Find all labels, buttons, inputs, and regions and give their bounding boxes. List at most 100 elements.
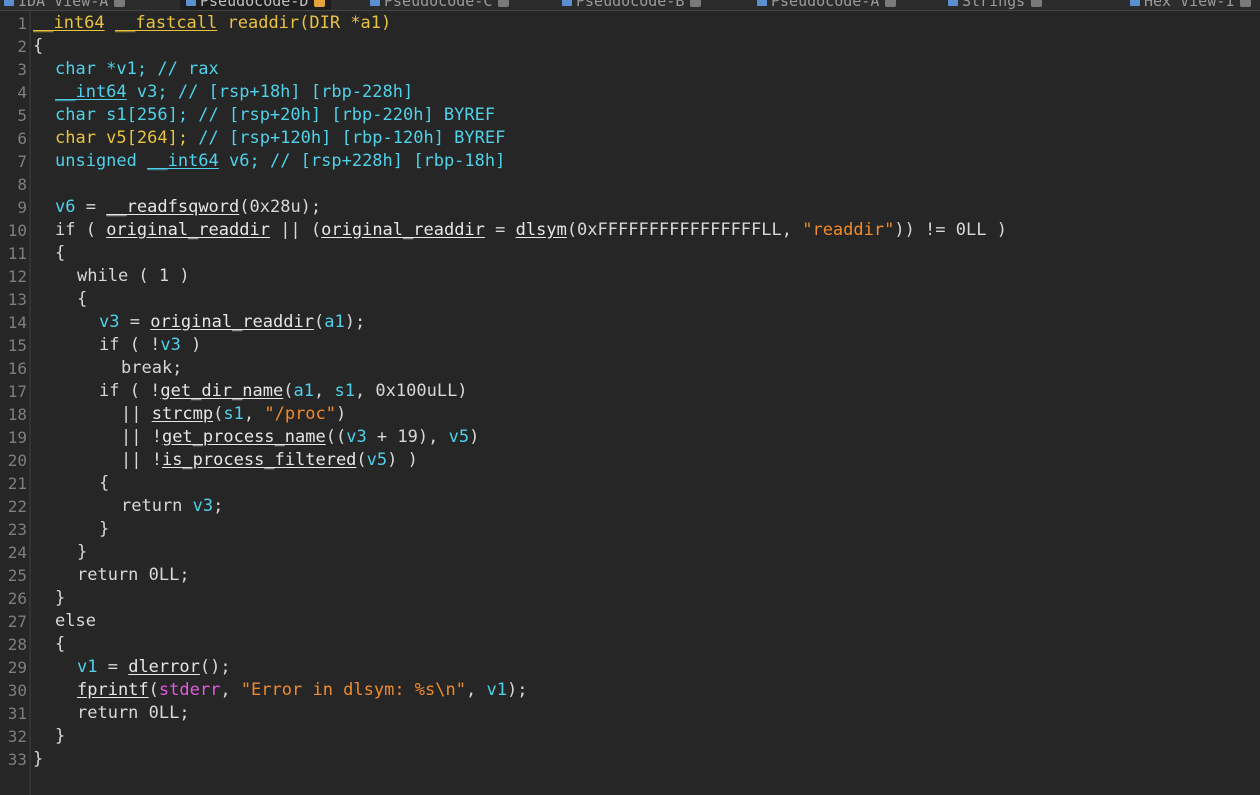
code-line[interactable]: 17 if ( !get_dir_name(a1, s1, 0x100uLL) — [0, 380, 1260, 403]
code-line[interactable]: 25 return 0LL; — [0, 564, 1260, 587]
tab-pseudocode-c[interactable]: Pseudocode-C — [370, 0, 510, 10]
line-number: 13 — [7, 290, 27, 309]
tab-label: Strings — [962, 0, 1026, 10]
code-token: // [rsp+120h] [rbp-120h] BYREF — [198, 128, 506, 148]
code-line[interactable]: 26} — [0, 587, 1260, 610]
code-token: || ! — [121, 450, 162, 470]
tab-ida-view-a[interactable]: IDA View-A — [4, 0, 126, 10]
line-number: 32 — [7, 727, 27, 746]
code-token: , — [243, 404, 265, 424]
code-line[interactable]: 14 v3 = original_readdir(a1); — [0, 311, 1260, 334]
code-token: if ( ! — [99, 335, 161, 355]
close-icon[interactable] — [885, 0, 897, 7]
line-number: 29 — [7, 658, 27, 677]
line-number: 25 — [7, 566, 27, 585]
code-token: = — [119, 312, 151, 332]
tab-label: Hex View-1 — [1144, 0, 1235, 10]
code-text: if ( !get_dir_name(a1, s1, 0x100uLL) — [99, 380, 468, 403]
code-line[interactable]: 11 { — [0, 242, 1260, 265]
code-token: return 0LL; — [77, 703, 190, 723]
code-token: __readfsqword — [106, 197, 240, 217]
code-line[interactable]: 10 if ( original_readdir || (original_rea… — [0, 219, 1260, 242]
code-token: ( — [148, 680, 159, 700]
code-token: s1 — [334, 381, 355, 401]
code-token: ( — [356, 450, 367, 470]
code-line[interactable]: 24} — [0, 541, 1260, 564]
code-line[interactable]: 22 return v3; — [0, 495, 1260, 518]
line-number: 27 — [7, 612, 27, 631]
code-token: "Error in dlsym: %s\n" — [240, 680, 466, 700]
code-line[interactable]: 15 if ( !v3 ) — [0, 334, 1260, 357]
code-token: v6; // [rsp+228h] [rbp-18h] — [218, 151, 506, 171]
code-token: { — [33, 36, 44, 56]
pseudocode-icon — [186, 0, 196, 6]
code-line[interactable]: 4 __int64 v3; // [rsp+18h] [rbp-228h] — [0, 81, 1260, 104]
close-icon[interactable] — [114, 0, 126, 7]
code-line[interactable]: 27 else — [0, 610, 1260, 633]
code-token: { — [55, 634, 66, 654]
code-line[interactable]: 1 __int64 __fastcall readdir(DIR *a1) — [0, 12, 1260, 35]
code-line[interactable]: 12 while ( 1 ) — [0, 265, 1260, 288]
code-token: { — [55, 243, 66, 263]
code-line[interactable]: 18 || strcmp(s1, "/proc") — [0, 403, 1260, 426]
code-text: { — [33, 35, 43, 58]
close-icon[interactable] — [498, 0, 510, 7]
line-number: 18 — [7, 405, 27, 424]
line-number: 9 — [17, 198, 27, 217]
line-number: 16 — [7, 359, 27, 378]
code-text: __int64 __fastcall readdir(DIR *a1) — [33, 12, 391, 35]
code-text: } — [55, 725, 65, 748]
line-number: 10 — [7, 221, 27, 240]
code-line[interactable]: 5 char s1[256]; // [rsp+20h] [rbp-220h] B… — [0, 104, 1260, 127]
code-line[interactable]: 20 || !is_process_filtered(v5) ) — [0, 449, 1260, 472]
code-token: ( — [283, 381, 294, 401]
line-number: 26 — [7, 589, 27, 608]
code-line[interactable]: 8 — [0, 173, 1260, 196]
code-token: v3 — [346, 427, 367, 447]
close-icon[interactable] — [314, 0, 326, 7]
tab-pseudocode-b[interactable]: Pseudocode-B — [562, 0, 702, 10]
code-line[interactable]: 28 { — [0, 633, 1260, 656]
code-line[interactable]: 23} — [0, 518, 1260, 541]
code-token: original_readdir — [150, 312, 314, 332]
code-line[interactable]: 16 break; — [0, 357, 1260, 380]
code-token: , — [465, 680, 487, 700]
code-token: fprintf — [77, 680, 149, 700]
code-token: } — [55, 726, 66, 746]
close-icon[interactable] — [690, 0, 702, 7]
tab-strings[interactable]: Strings — [948, 0, 1043, 10]
code-token: __int64 — [33, 13, 105, 33]
close-icon[interactable] — [1240, 0, 1252, 7]
code-line[interactable]: 2{ — [0, 35, 1260, 58]
tab-pseudocode-d[interactable]: Pseudocode-D — [180, 0, 332, 10]
tab-bar: IDA View-A Pseudocode-D Pseudocode-C Pse… — [0, 0, 1260, 11]
tab-hex-view-1[interactable]: Hex View-1 — [1130, 0, 1252, 10]
line-number: 8 — [17, 175, 27, 194]
code-token: (); — [199, 657, 231, 677]
code-line[interactable]: 21 { — [0, 472, 1260, 495]
code-line[interactable]: 3 char *v1; // rax — [0, 58, 1260, 81]
code-line[interactable]: 19 || !get_process_name((v3 + 19), v5) — [0, 426, 1260, 449]
pseudocode-icon — [562, 0, 572, 6]
pseudocode-view[interactable]: 1 __int64 __fastcall readdir(DIR *a1) 2{3 c… — [0, 12, 1260, 771]
line-number: 15 — [7, 336, 27, 355]
code-text: return 0LL; — [77, 702, 190, 725]
code-line[interactable]: 13 { — [0, 288, 1260, 311]
code-line[interactable]: 6 char v5[264]; // [rsp+120h] [rbp-120h] … — [0, 127, 1260, 150]
code-token: if ( — [55, 220, 107, 240]
code-line[interactable]: 31 return 0LL; — [0, 702, 1260, 725]
code-line[interactable]: 7 unsigned __int64 v6; // [rsp+228h] [rbp… — [0, 150, 1260, 173]
code-token: a1 — [324, 312, 345, 332]
code-token: )) != 0LL ) — [894, 220, 1007, 240]
tab-pseudocode-a[interactable]: Pseudocode-A — [757, 0, 897, 10]
code-line[interactable]: 30 fprintf(stderr, "Error in dlsym: %s\n"… — [0, 679, 1260, 702]
code-token: } — [77, 542, 88, 562]
code-line[interactable]: 33} — [0, 748, 1260, 771]
code-line[interactable]: 29 v1 = dlerror(); — [0, 656, 1260, 679]
code-token: original_readdir — [321, 220, 485, 240]
code-line[interactable]: 32} — [0, 725, 1260, 748]
close-icon[interactable] — [1031, 0, 1043, 7]
code-line[interactable]: 9 v6 = __readfsqword(0x28u); — [0, 196, 1260, 219]
code-text: { — [55, 242, 65, 265]
